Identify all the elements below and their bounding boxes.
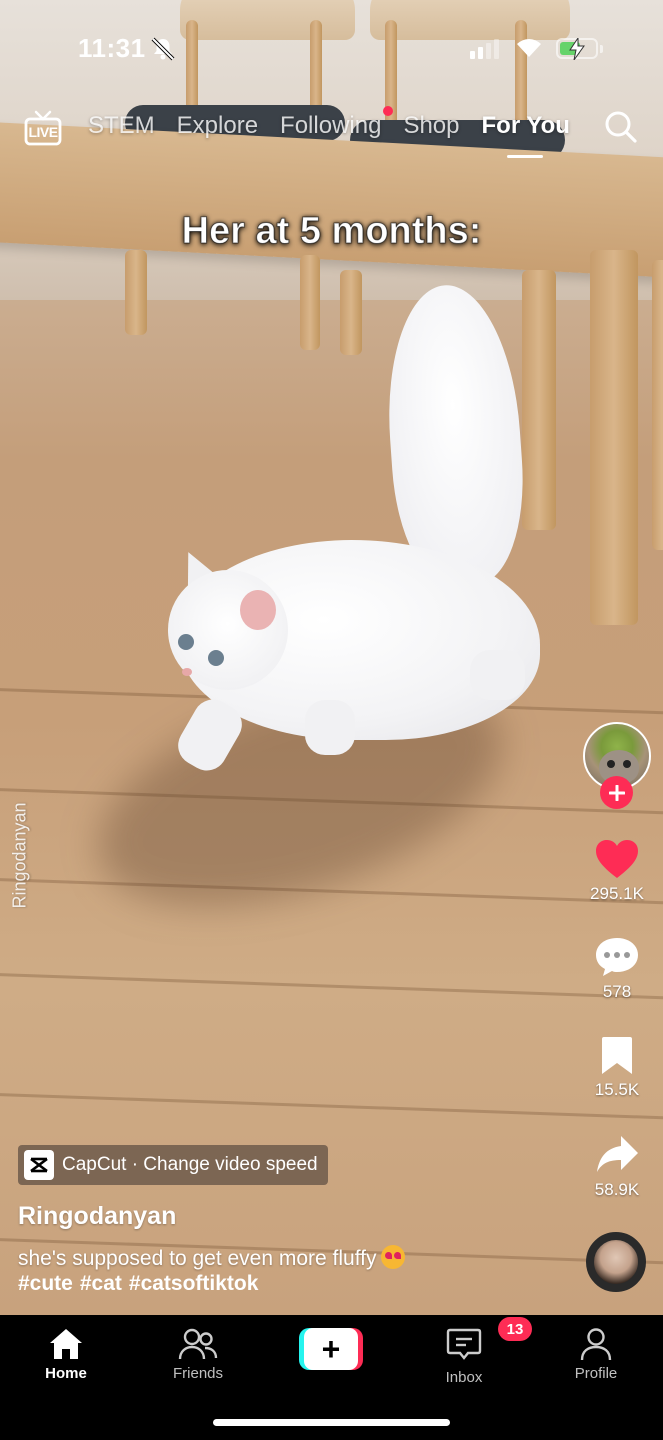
heart-eyes-cat-emoji — [380, 1245, 405, 1269]
comment-count: 578 — [602, 982, 632, 1001]
home-icon — [50, 1329, 82, 1359]
table-leg — [522, 270, 556, 530]
nav-inbox-label: Inbox — [445, 1369, 483, 1386]
inbox-badge: 13 — [498, 1317, 532, 1341]
inbox-icon-wrap: 13 — [446, 1317, 532, 1365]
inbox-icon — [446, 1328, 482, 1360]
friends-icon — [178, 1328, 218, 1360]
like-count: 295.1K — [590, 884, 644, 903]
comment-button[interactable]: 578 — [583, 936, 651, 1002]
comment-icon — [596, 938, 638, 976]
video-watermark: Ringodanyan — [9, 802, 30, 909]
bookmark-count: 15.5K — [594, 1080, 640, 1099]
share-button[interactable]: 58.9K — [583, 1134, 651, 1200]
heart-icon — [596, 840, 638, 878]
capcut-template-chip[interactable]: CapCut · Change video speed — [18, 1145, 328, 1185]
table-leg — [590, 250, 638, 625]
plus-icon — [608, 784, 625, 801]
nav-inbox[interactable]: 13 Inbox — [414, 1317, 532, 1386]
like-button[interactable]: 295.1K — [583, 838, 651, 904]
table-leg — [300, 255, 320, 350]
floor-plank-line — [0, 1092, 663, 1121]
post-description: she's supposed to get even more fluffy — [18, 1245, 405, 1273]
hashtag-link[interactable]: #cat — [80, 1272, 122, 1296]
nav-friends[interactable]: Friends — [148, 1327, 248, 1382]
cat-leg — [470, 650, 525, 700]
cat-nose — [182, 668, 192, 676]
nav-home-label: Home — [45, 1365, 87, 1382]
table-leg — [340, 270, 362, 355]
tab-following[interactable]: Following — [280, 106, 394, 140]
post-hashtags: #cute #cat #catsoftiktok — [18, 1272, 258, 1296]
home-indicator[interactable] — [213, 1419, 450, 1426]
avatar-eye — [607, 760, 615, 768]
video-player[interactable] — [0, 0, 663, 1315]
search-icon[interactable] — [604, 110, 638, 144]
nav-friends-label: Friends — [172, 1365, 224, 1382]
post-description-text: she's supposed to get even more fluffy — [18, 1247, 377, 1270]
nav-profile[interactable]: Profile — [546, 1327, 646, 1382]
create-button[interactable]: + — [299, 1328, 363, 1370]
table-leg — [125, 250, 147, 335]
share-arrow-icon — [597, 1136, 638, 1172]
charging-bolt-icon — [569, 38, 585, 60]
tab-stem[interactable]: STEM — [88, 112, 155, 140]
follow-button[interactable] — [600, 776, 633, 809]
live-button[interactable]: LIVE — [24, 110, 62, 146]
nav-home[interactable]: Home — [16, 1327, 116, 1382]
profile-icon — [580, 1328, 612, 1361]
tab-for-you[interactable]: For You — [482, 112, 570, 158]
avatar-eye — [623, 760, 631, 768]
notification-dot — [383, 106, 394, 116]
create-plus-icon: + — [304, 1328, 358, 1370]
nav-profile-label: Profile — [574, 1365, 618, 1382]
cat-eye — [208, 650, 224, 666]
bookmark-button[interactable]: 15.5K — [583, 1036, 651, 1100]
share-count: 58.9K — [594, 1180, 640, 1199]
capcut-label: CapCut · Change video speed — [62, 1154, 318, 1175]
capcut-logo-icon — [24, 1150, 54, 1180]
cat-ear-inner — [240, 590, 276, 630]
bookmark-icon — [602, 1037, 632, 1074]
tab-shop[interactable]: Shop — [403, 112, 459, 140]
chair-back — [180, 0, 355, 40]
post-username[interactable]: Ringodanyan — [18, 1202, 176, 1231]
table-leg — [652, 260, 663, 550]
battery-nub — [600, 45, 603, 53]
cat-eye — [178, 634, 194, 650]
cat-leg — [305, 700, 355, 755]
hashtag-link[interactable]: #catsoftiktok — [129, 1272, 259, 1296]
bell-off-icon — [151, 37, 175, 61]
original-sound-disc[interactable] — [586, 1232, 646, 1292]
live-label: LIVE — [28, 124, 58, 140]
video-caption: Her at 5 months: — [181, 210, 482, 253]
tab-explore[interactable]: Explore — [177, 112, 258, 140]
hashtag-link[interactable]: #cute — [18, 1272, 73, 1296]
chair-back — [370, 0, 570, 40]
wifi-icon — [517, 39, 541, 57]
status-time: 11:31 — [78, 33, 146, 63]
tab-following-label: Following — [280, 112, 382, 139]
top-tabs: STEM Explore Following Shop For You — [88, 106, 570, 158]
floor-plank-line — [0, 972, 663, 1001]
cellular-signal-icon — [470, 39, 499, 59]
